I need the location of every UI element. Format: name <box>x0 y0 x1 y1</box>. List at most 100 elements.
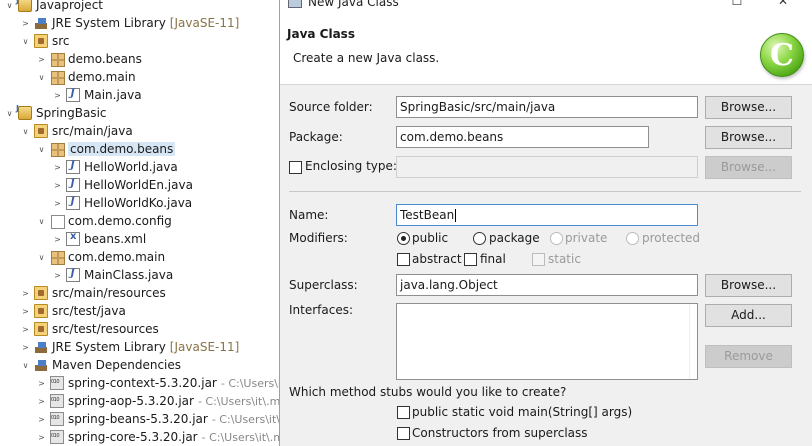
tree-item[interactable]: ∨ demo.main <box>36 68 136 86</box>
tree-item-label: spring-context-5.3.20.jar <box>68 376 217 390</box>
expand-chevron-icon[interactable]: > <box>52 198 63 209</box>
tree-item-decoration: [JavaSE-11] <box>169 16 240 30</box>
modifier-protected-label: protected <box>642 231 701 245</box>
collapse-chevron-icon[interactable]: ∨ <box>20 126 31 137</box>
stub-main-checkbox[interactable] <box>397 406 410 419</box>
source-folder-field[interactable]: SpringBasic/src/main/java <box>396 96 698 118</box>
enclosing-type-field <box>396 156 698 178</box>
source-folder-icon <box>34 34 48 48</box>
superclass-label: Superclass: <box>289 278 358 292</box>
collapse-chevron-icon[interactable]: ∨ <box>20 36 31 47</box>
modifier-public-radio[interactable] <box>397 232 410 245</box>
method-stubs-question: Which method stubs would you like to cre… <box>289 385 567 399</box>
expand-chevron-icon[interactable]: > <box>36 378 47 389</box>
expand-chevron-icon[interactable]: > <box>52 162 63 173</box>
collapse-chevron-icon[interactable]: ∨ <box>36 252 47 263</box>
expand-chevron-icon[interactable]: > <box>52 90 63 101</box>
source-folder-browse-button[interactable]: Browse... <box>705 96 792 119</box>
tree-item[interactable]: > src/test/java <box>20 302 126 320</box>
tree-item[interactable]: ∨ src/main/java <box>20 122 133 140</box>
collapse-chevron-icon[interactable]: ∨ <box>36 144 47 155</box>
collapse-chevron-icon[interactable]: ∨ <box>36 72 47 83</box>
tree-item[interactable]: > demo.beans <box>36 50 142 68</box>
tree-item[interactable]: > Main.java <box>52 86 142 104</box>
tree-item[interactable]: > src/test/resources <box>20 320 159 338</box>
jar-icon <box>50 430 64 444</box>
tree-item-label: beans.xml <box>84 232 147 246</box>
java-project-icon <box>16 104 32 120</box>
tree-item[interactable]: ∨ SpringBasic <box>4 104 107 122</box>
java-file-icon <box>66 268 80 282</box>
modifier-package-radio[interactable] <box>473 232 486 245</box>
tree-item[interactable]: > JRE System Library [JavaSE-11] <box>20 338 239 356</box>
source-folder-icon <box>34 322 48 336</box>
tree-item[interactable]: > spring-beans-5.3.20.jar- C:\Users\it\ <box>36 410 279 428</box>
tree-item[interactable]: ∨ Javaproject <box>4 0 103 14</box>
package-icon <box>50 52 65 67</box>
enclosing-type-checkbox[interactable] <box>289 161 302 174</box>
tree-item[interactable]: > spring-aop-5.3.20.jar- C:\Users\it\.m <box>36 392 279 410</box>
interfaces-label: Interfaces: <box>289 303 354 317</box>
tree-item[interactable]: > HelloWorld.java <box>52 158 178 176</box>
source-folder-icon <box>34 304 48 318</box>
package-icon <box>50 70 65 85</box>
tree-item-label: Javaproject <box>36 0 103 12</box>
modifiers-label: Modifiers: <box>289 231 348 245</box>
collapse-chevron-icon[interactable]: ∨ <box>4 0 15 11</box>
tree-item[interactable]: > src/main/resources <box>20 284 166 302</box>
tree-item[interactable]: ∨ Maven Dependencies <box>20 356 181 374</box>
expand-chevron-icon[interactable]: > <box>36 432 47 443</box>
add-interface-button[interactable]: Add... <box>705 304 792 327</box>
tree-item[interactable]: ∨ com.demo.config <box>36 212 172 230</box>
expand-chevron-icon[interactable]: > <box>36 414 47 425</box>
superclass-field[interactable]: java.lang.Object <box>396 274 698 296</box>
collapse-chevron-icon[interactable]: ∨ <box>4 108 15 119</box>
superclass-browse-button[interactable]: Browse... <box>705 274 792 297</box>
interfaces-scrollbar[interactable] <box>689 304 697 379</box>
expand-chevron-icon[interactable]: > <box>20 324 31 335</box>
expand-chevron-icon[interactable]: > <box>36 396 47 407</box>
modifier-final-label: final <box>480 252 506 266</box>
class-name-field[interactable]: TestBean <box>396 204 698 226</box>
tree-item[interactable]: > MainClass.java <box>52 266 173 284</box>
tree-item[interactable]: > HelloWorldKo.java <box>52 194 192 212</box>
tree-item-decoration: - C:\Users\it\ <box>220 376 279 390</box>
tree-item[interactable]: ∨ com.demo.main <box>36 248 165 266</box>
tree-item[interactable]: ∨ src <box>20 32 70 50</box>
class-name-value: TestBean <box>400 208 455 222</box>
dialog-title: New Java Class <box>308 0 399 9</box>
expand-chevron-icon[interactable]: > <box>20 306 31 317</box>
expand-chevron-icon[interactable]: > <box>52 270 63 281</box>
expand-chevron-icon[interactable]: > <box>52 180 63 191</box>
tree-item[interactable]: > spring-core-5.3.20.jar- C:\Users\it\.m <box>36 428 279 446</box>
tree-item[interactable]: > beans.xml <box>52 230 146 248</box>
new-java-class-dialog: New Java Class ☐ ✕ Java Class Create a n… <box>279 0 812 446</box>
package-field[interactable]: com.demo.beans <box>396 126 649 148</box>
maximize-icon[interactable]: ☐ <box>714 0 760 13</box>
expand-chevron-icon[interactable]: > <box>52 234 63 245</box>
tree-item-label: demo.main <box>68 70 136 84</box>
tree-item-decoration: - C:\Users\it\.m <box>197 394 279 408</box>
name-label: Name: <box>289 208 329 222</box>
tree-item[interactable]: > JRE System Library [JavaSE-11] <box>20 14 239 32</box>
tree-item[interactable]: ∨ com.demo.beans <box>36 140 176 158</box>
collapse-chevron-icon[interactable]: ∨ <box>20 360 31 371</box>
tree-item-label: src/test/java <box>52 304 126 318</box>
tree-item[interactable]: > HelloWorldEn.java <box>52 176 193 194</box>
interfaces-list[interactable] <box>396 303 698 380</box>
expand-chevron-icon[interactable]: > <box>20 18 31 29</box>
close-icon[interactable]: ✕ <box>760 0 806 13</box>
modifier-public-label: public <box>412 231 449 245</box>
expand-chevron-icon[interactable]: > <box>36 54 47 65</box>
tree-item[interactable]: > spring-context-5.3.20.jar- C:\Users\it\ <box>36 374 279 392</box>
collapse-chevron-icon[interactable]: ∨ <box>36 216 47 227</box>
expand-chevron-icon[interactable]: > <box>20 342 31 353</box>
jar-icon <box>50 376 64 390</box>
package-icon <box>50 214 65 229</box>
expand-chevron-icon[interactable]: > <box>20 288 31 299</box>
modifier-abstract-checkbox[interactable] <box>397 253 410 266</box>
dialog-titlebar[interactable]: New Java Class ☐ ✕ <box>280 0 812 13</box>
package-browse-button[interactable]: Browse... <box>705 126 792 149</box>
modifier-final-checkbox[interactable] <box>464 253 477 266</box>
stub-constructors-checkbox[interactable] <box>397 427 410 440</box>
